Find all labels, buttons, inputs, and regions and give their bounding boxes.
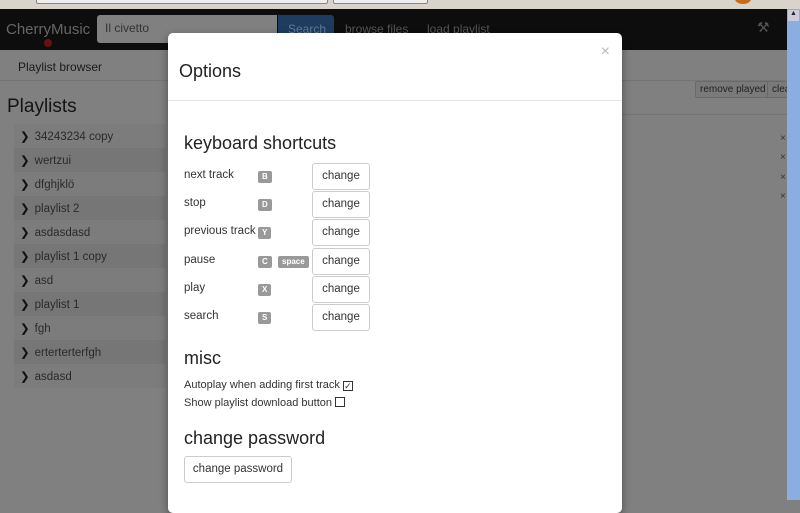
shortcut-row: next track Bchange [184, 163, 384, 190]
key-badge: C [258, 255, 272, 268]
browser-icon[interactable] [735, 0, 751, 4]
scrollbar[interactable]: ▲ [787, 9, 800, 500]
playlist-item[interactable]: ❯ asd [14, 268, 166, 292]
shortcut-label: pause [184, 253, 216, 266]
playlist-item[interactable]: ❯ erterterterfgh [14, 340, 166, 364]
playlist-item[interactable]: ❯ 34243234 copy [14, 124, 166, 148]
autoplay-checkbox[interactable]: ✓ [342, 381, 353, 391]
autoplay-option[interactable]: Autoplay when adding first track ✓ [184, 379, 353, 391]
playlist-item[interactable]: ❯ dfghjklö [14, 172, 166, 196]
wrench-icon[interactable]: ⚒ [757, 19, 770, 36]
change-shortcut-button[interactable]: change [312, 247, 370, 275]
playlist-item[interactable]: ❯ playlist 1 [14, 292, 166, 316]
shortcut-label: stop [184, 197, 206, 210]
playlists-heading: Playlists [7, 96, 77, 117]
chevron-right-icon: ❯ [20, 297, 30, 311]
shortcut-row: pause Cspace change [184, 247, 384, 275]
change-shortcut-button[interactable]: change [312, 275, 370, 303]
key-badge: B [258, 171, 272, 183]
shortcut-row: play Xchange [184, 275, 384, 303]
playlist-item[interactable]: ❯ playlist 1 copy [14, 244, 166, 268]
key-badge: space [278, 255, 309, 268]
download-button-option[interactable]: Show playlist download button [184, 397, 345, 409]
shortcut-label: next track [184, 169, 234, 181]
options-modal: Options × keyboard shortcuts next track B… [168, 33, 622, 513]
password-heading: change password [184, 428, 326, 448]
shortcut-label: previous track [184, 225, 256, 238]
chevron-right-icon: ❯ [20, 201, 30, 215]
modal-title: Options [179, 61, 242, 81]
shortcut-label: search [184, 310, 219, 322]
change-shortcut-button[interactable]: change [312, 219, 370, 247]
browser-search-bar[interactable] [333, 0, 428, 4]
close-icon[interactable]: × [601, 43, 610, 61]
chevron-right-icon: ❯ [20, 345, 30, 359]
chevron-right-icon: ❯ [20, 369, 30, 383]
modal-header: Options × [168, 33, 622, 101]
key-badge: Y [258, 227, 272, 240]
playlist-item[interactable]: ❯ asdasd [14, 364, 166, 388]
scroll-up-icon[interactable]: ▲ [788, 10, 799, 21]
change-password-button[interactable]: change password [184, 456, 292, 483]
chevron-right-icon: ❯ [20, 129, 30, 143]
remove-track-icon[interactable]: × [780, 172, 786, 183]
playlist-item[interactable]: ❯ playlist 2 [14, 196, 166, 220]
clear-button[interactable]: clear [767, 81, 787, 98]
tab-playlist-browser[interactable]: Playlist browser [18, 60, 102, 74]
chevron-right-icon: ❯ [20, 249, 30, 263]
shortcut-row: search Schange [184, 304, 384, 331]
change-shortcut-button[interactable]: change [312, 163, 370, 190]
shortcut-label: play [184, 281, 206, 294]
remove-played-button[interactable]: remove played [695, 81, 771, 98]
remove-track-icon[interactable]: × [780, 191, 786, 202]
key-badge: D [258, 199, 272, 212]
download-button-checkbox[interactable] [334, 397, 345, 407]
playlist-item[interactable]: ❯ wertzui [14, 148, 166, 172]
brand-logo[interactable]: CherryMusic [6, 21, 90, 47]
change-shortcut-button[interactable]: change [312, 304, 370, 331]
shortcuts-heading: keyboard shortcuts [184, 133, 337, 153]
divider [621, 114, 787, 115]
shortcut-row: previous track Ychange [184, 219, 384, 247]
remove-track-icon[interactable]: × [780, 152, 786, 163]
address-bar[interactable] [36, 0, 328, 4]
browser-chrome [0, 0, 800, 9]
playlist-item[interactable]: ❯ asdasdasd [14, 220, 166, 244]
key-badge: X [258, 283, 272, 296]
chevron-right-icon: ❯ [20, 273, 30, 287]
playlist-item[interactable]: ❯ fgh [14, 316, 166, 340]
change-shortcut-button[interactable]: change [312, 191, 370, 219]
misc-heading: misc [184, 348, 221, 368]
shortcut-row: stop Dchange [184, 191, 384, 219]
remove-track-icon[interactable]: × [780, 133, 786, 144]
chevron-right-icon: ❯ [20, 321, 30, 335]
chevron-right-icon: ❯ [20, 177, 30, 191]
key-badge: S [258, 312, 272, 324]
cherry-icon [44, 39, 52, 47]
chevron-right-icon: ❯ [20, 153, 30, 167]
chevron-right-icon: ❯ [20, 225, 30, 239]
